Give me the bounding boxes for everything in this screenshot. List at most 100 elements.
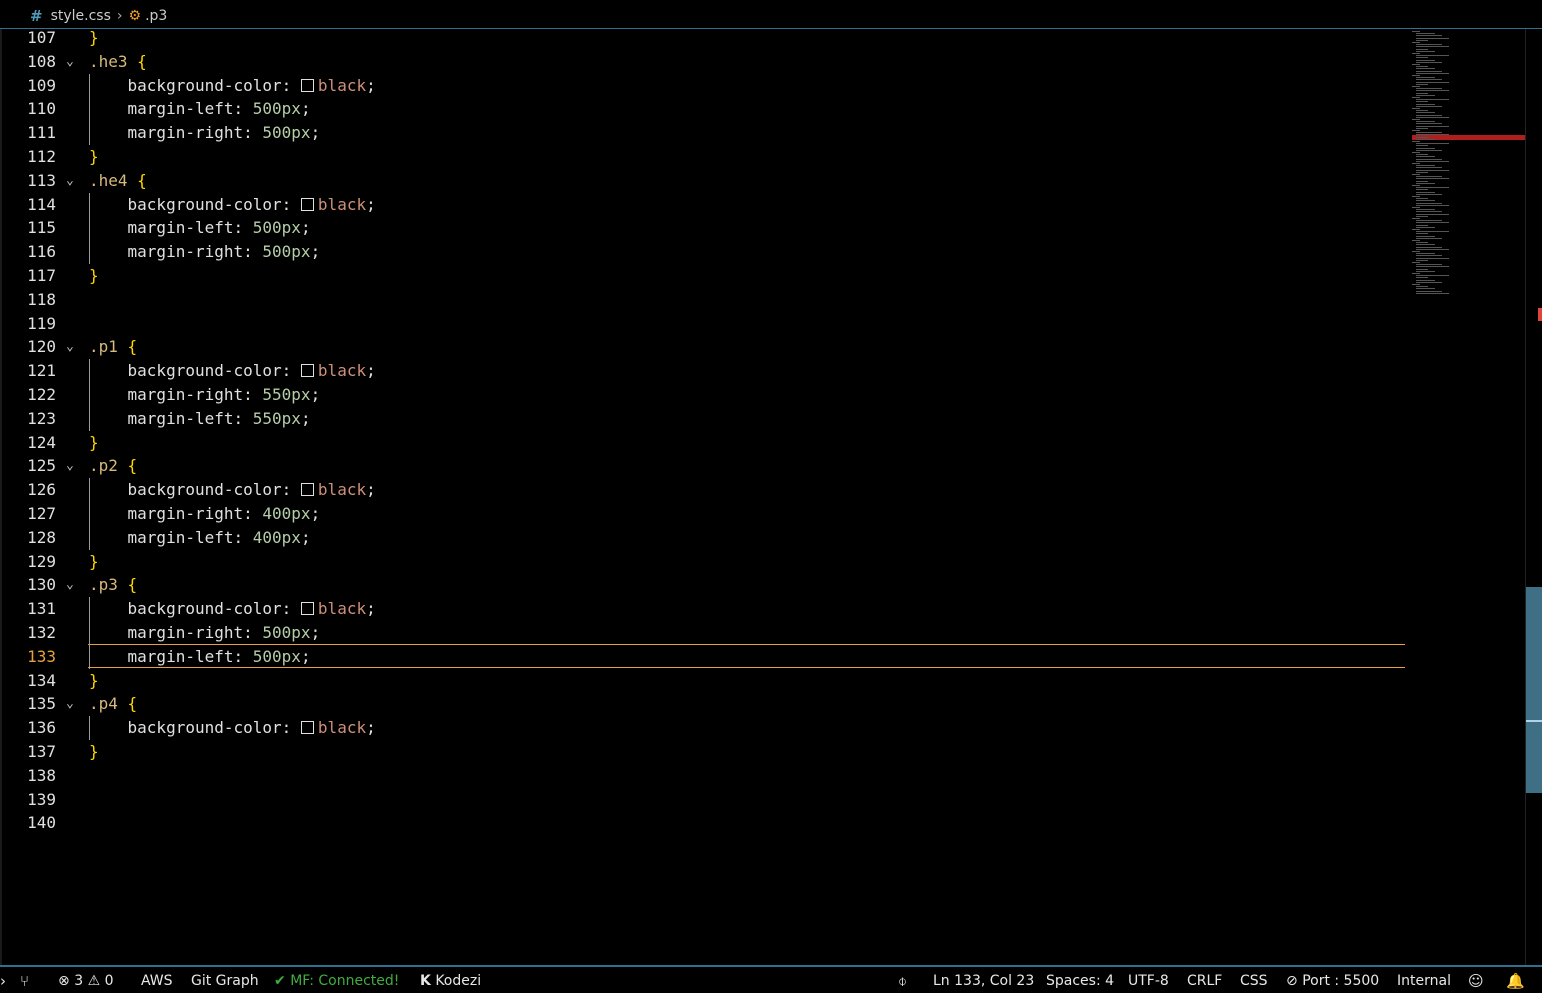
bell-icon[interactable]: 🔔 xyxy=(1506,969,1525,993)
code-line[interactable]: 114 background-color: black; xyxy=(0,192,1410,217)
code-line[interactable]: 113 ⌄ .he4 { xyxy=(0,169,1410,193)
code-line[interactable]: 121 background-color: black; xyxy=(0,359,1410,384)
minimap-line xyxy=(1416,79,1442,81)
mf-status-label: MF: Connected! xyxy=(290,973,400,989)
code-line[interactable]: 135 ⌄ .p4 { xyxy=(0,692,1410,716)
language-mode[interactable]: CSS xyxy=(1240,969,1268,993)
semicolon: ; xyxy=(366,480,376,500)
scrollbar-thumb[interactable] xyxy=(1526,587,1542,793)
kodezi-button[interactable]: K Kodezi xyxy=(420,969,481,993)
encoding-setting[interactable]: UTF-8 xyxy=(1128,969,1169,993)
code-line[interactable]: 125 ⌄ .p2 { xyxy=(0,454,1410,478)
code-line[interactable]: 111 margin-right: 500px; xyxy=(0,121,1410,146)
css-property: margin-right xyxy=(89,242,244,262)
vertical-scrollbar[interactable] xyxy=(1525,29,1542,965)
code-line[interactable]: 112} xyxy=(0,145,1410,169)
code-editor[interactable]: 107} 108 ⌄ .he3 {109 background-color: blac… xyxy=(0,29,1410,965)
internal-label[interactable]: Internal xyxy=(1397,969,1451,993)
minimap-line xyxy=(1416,266,1449,268)
minimap-line xyxy=(1416,198,1428,200)
brace: } xyxy=(89,432,99,452)
line-number: 113 xyxy=(27,170,56,190)
color-swatch[interactable] xyxy=(300,721,314,735)
aws-status[interactable]: AWS xyxy=(141,969,173,993)
mf-status[interactable]: ✔ MF: Connected! xyxy=(274,969,399,993)
code-line[interactable]: 107} xyxy=(0,29,1410,50)
minimap-line xyxy=(1416,202,1442,204)
breadcrumb-symbol[interactable]: .p3 xyxy=(145,8,167,24)
live-server-port[interactable]: ⊘ Port : 5500 xyxy=(1286,969,1379,993)
code-line[interactable]: 132 margin-right: 500px; xyxy=(0,621,1410,645)
code-line[interactable]: 120 ⌄ .p1 { xyxy=(0,335,1410,359)
code-text: margin-right: 500px; xyxy=(89,621,321,645)
minimap-line xyxy=(1416,237,1442,239)
code-line[interactable]: 138 xyxy=(0,764,1410,788)
code-line[interactable]: 123 margin-left: 550px; xyxy=(0,406,1410,431)
git-graph-button[interactable]: Git Graph xyxy=(191,969,259,993)
minimap-line xyxy=(1416,176,1442,178)
minimap-line xyxy=(1412,218,1420,219)
color-swatch[interactable] xyxy=(300,602,314,616)
semicolon: ; xyxy=(310,123,321,143)
code-line[interactable]: 117} xyxy=(0,264,1410,288)
code-line[interactable]: 108 ⌄ .he3 { xyxy=(0,50,1410,74)
code-text: background-color: black; xyxy=(89,716,376,740)
code-line[interactable]: 136 background-color: black; xyxy=(0,716,1410,741)
minimap-line xyxy=(1416,286,1428,288)
code-line[interactable]: 133 margin-left: 500px; xyxy=(0,644,1410,669)
code-line[interactable]: 128 margin-left: 400px; xyxy=(0,525,1410,550)
code-line[interactable]: 122 margin-right: 550px; xyxy=(0,383,1410,407)
code-line[interactable]: 110 margin-left: 500px; xyxy=(0,97,1410,122)
code-line[interactable]: 119 xyxy=(0,312,1410,336)
code-text: } xyxy=(89,29,99,50)
code-line[interactable]: 137} xyxy=(0,740,1410,764)
commit-icon[interactable]: ⌽ xyxy=(898,969,907,993)
code-line[interactable]: 126 background-color: black; xyxy=(0,478,1410,503)
code-line[interactable]: 129} xyxy=(0,550,1410,574)
color-swatch[interactable] xyxy=(300,197,314,211)
minimap-line xyxy=(1416,290,1442,292)
minimap-line xyxy=(1416,66,1428,68)
code-line[interactable]: 130 ⌄ .p3 { xyxy=(0,573,1410,597)
minimap-line xyxy=(1416,127,1428,129)
eol-setting[interactable]: CRLF xyxy=(1187,969,1222,993)
color-swatch[interactable] xyxy=(300,483,314,497)
color-swatch[interactable] xyxy=(300,364,314,378)
indentation-setting[interactable]: Spaces: 4 xyxy=(1046,969,1114,993)
code-text: .p1 { xyxy=(89,335,137,359)
code-line[interactable]: 116 margin-right: 500px; xyxy=(0,240,1410,265)
line-number: 122 xyxy=(27,385,56,404)
css-property: background-color xyxy=(89,718,282,738)
minimap[interactable] xyxy=(1410,29,1525,965)
code-line[interactable]: 131 background-color: black; xyxy=(0,597,1410,622)
code-line[interactable]: 118 xyxy=(0,288,1410,312)
code-line[interactable]: 127 margin-right: 400px; xyxy=(0,502,1410,526)
code-line[interactable]: 109 background-color: black; xyxy=(0,73,1410,98)
minimap-line xyxy=(1412,185,1420,186)
error-icon: ⊗ xyxy=(58,973,70,989)
minimap-line xyxy=(1416,132,1442,134)
minimap-line xyxy=(1416,114,1442,116)
code-line[interactable]: 140 xyxy=(0,811,1410,835)
minimap-line xyxy=(1412,97,1420,98)
breadcrumb-file[interactable]: style.css xyxy=(51,8,111,24)
remote-indicator-icon[interactable]: › xyxy=(0,969,6,993)
css-value: 500px xyxy=(262,242,311,262)
code-line[interactable]: 124} xyxy=(0,431,1410,455)
code-line[interactable]: 134} xyxy=(0,669,1410,693)
color-swatch[interactable] xyxy=(300,78,314,92)
minimap-line xyxy=(1416,59,1435,61)
code-line[interactable]: 139 xyxy=(0,788,1410,812)
code-text: } xyxy=(89,145,99,169)
feedback-icon[interactable]: ☺ xyxy=(1468,969,1484,993)
code-text: background-color: black; xyxy=(89,478,376,502)
minimap-line xyxy=(1416,77,1435,79)
source-control-icon[interactable]: ⑂ xyxy=(20,969,29,993)
minimap-line xyxy=(1416,209,1435,211)
line-number: 138 xyxy=(27,765,56,785)
code-line[interactable]: 115 margin-left: 500px; xyxy=(0,216,1410,241)
semicolon: ; xyxy=(310,385,321,404)
cursor-position[interactable]: Ln 133, Col 23 xyxy=(933,969,1034,993)
minimap-line xyxy=(1416,231,1449,233)
problems-indicator[interactable]: ⊗ 3 ⚠ 0 xyxy=(58,969,114,993)
